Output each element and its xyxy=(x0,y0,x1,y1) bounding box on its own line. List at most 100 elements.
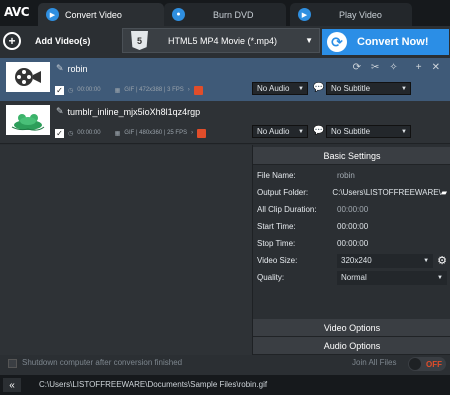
video-thumbnail xyxy=(6,62,50,92)
setting-file-name: File Name: robin xyxy=(257,167,447,184)
chevron-down-icon: ▼ xyxy=(401,85,407,92)
join-files-toggle[interactable]: OFF xyxy=(408,357,446,371)
setting-clip-duration: All Clip Duration: 00:00:00 xyxy=(257,201,447,218)
setting-label: Output Folder: xyxy=(257,188,309,197)
setting-value[interactable]: 00:00:00 xyxy=(337,239,447,248)
folder-icon[interactable]: ▰ xyxy=(441,188,447,197)
setting-value[interactable]: C:\Users\LISTOFFREEWARE\ xyxy=(332,188,440,197)
audio-value: No Audio xyxy=(257,84,290,93)
tab-label: Convert Video xyxy=(65,9,122,20)
add-icon: + xyxy=(3,32,21,50)
effects-icon[interactable]: ✧ xyxy=(389,62,397,73)
subtitle-select[interactable]: No Subtitle ▼ xyxy=(326,82,411,95)
setting-label: File Name: xyxy=(257,171,296,180)
setting-label: Video Size: xyxy=(257,256,298,265)
audio-select[interactable]: No Audio ▼ xyxy=(252,82,308,95)
settings-panel: Basic Settings File Name: robin Output F… xyxy=(252,145,450,355)
setting-stop-time: Stop Time: 00:00:00 xyxy=(257,235,447,252)
subtitle-select[interactable]: No Subtitle ▼ xyxy=(326,125,411,138)
setting-label: All Clip Duration: xyxy=(257,205,317,214)
duration: 00:00:00 xyxy=(77,87,101,93)
convert-now-button[interactable]: ⟳ Convert Now! xyxy=(322,29,449,55)
video-size-select[interactable]: 320x240 ▼ xyxy=(337,253,434,268)
setting-label: Quality: xyxy=(257,273,285,282)
add-videos-label: Add Video(s) xyxy=(35,36,91,46)
tab-label: Play Video xyxy=(339,9,382,20)
duration: 00:00:00 xyxy=(77,130,101,136)
setting-value: Normal xyxy=(341,273,367,282)
file-checkbox[interactable]: ✓ xyxy=(55,85,64,95)
file-name-label: tumblr_inline_mjx5ioXh8l1qz4rgp xyxy=(67,106,201,117)
chevron-right-icon: › xyxy=(187,87,190,93)
chevron-down-icon: ▼ xyxy=(305,36,313,45)
setting-value: 00:00:00 xyxy=(337,205,369,214)
film-icon: ▦ xyxy=(114,87,121,94)
html5-icon xyxy=(197,128,207,138)
edit-icon[interactable]: ✎ xyxy=(56,63,64,74)
shutdown-bar: Shutdown computer after conversion finis… xyxy=(0,355,450,373)
output-format-value: HTML5 MP4 Movie (*.mp4) xyxy=(168,35,278,46)
chevron-down-icon: ▼ xyxy=(298,128,304,135)
audio-value: No Audio xyxy=(257,127,290,136)
toggle-knob xyxy=(409,358,421,370)
audio-select[interactable]: No Audio ▼ xyxy=(252,125,308,138)
file-row-tumblr[interactable]: ✎ tumblr_inline_mjx5ioXh8l1qz4rgp ✓ ◷ 00… xyxy=(0,101,450,144)
file-name-label: robin xyxy=(67,63,88,74)
shutdown-checkbox[interactable] xyxy=(8,359,17,368)
setting-output-folder: Output Folder: C:\Users\LISTOFFREEWARE\ … xyxy=(257,184,447,201)
file-name: ✎ tumblr_inline_mjx5ioXh8l1qz4rgp xyxy=(56,106,200,117)
basic-settings-header[interactable]: Basic Settings xyxy=(253,147,450,165)
tab-convert-video[interactable]: ▶ Convert Video xyxy=(38,3,164,26)
setting-label: Stop Time: xyxy=(257,239,296,248)
setting-value[interactable]: robin xyxy=(337,171,447,180)
audio-options-header[interactable]: Audio Options xyxy=(253,337,450,355)
close-icon[interactable]: ✕ xyxy=(432,62,440,73)
refresh-icon[interactable]: ⟳ xyxy=(353,62,361,73)
tab-burn-dvd[interactable]: ● Burn DVD xyxy=(164,3,286,26)
file-name: ✎ robin xyxy=(56,63,88,74)
html5-icon: 5 xyxy=(131,31,148,50)
file-row-robin[interactable]: ✎ robin ⟳ ✂ ✧ + ✕ ✓ ◷ 00:00:00 ▦ GIF | 4… xyxy=(0,58,450,101)
video-options-header[interactable]: Video Options xyxy=(253,319,450,337)
setting-start-time: Start Time: 00:00:00 xyxy=(257,218,447,235)
setting-video-size: Video Size: 320x240 ▼ ⚙ xyxy=(257,252,447,269)
setting-value-wrap: C:\Users\LISTOFFREEWARE\ ▰ xyxy=(332,188,447,197)
output-format-select[interactable]: 5 HTML5 MP4 Movie (*.mp4) ▼ xyxy=(122,28,320,53)
tab-label: Burn DVD xyxy=(213,9,254,20)
setting-value[interactable]: 00:00:00 xyxy=(337,222,447,231)
collapse-icon[interactable]: « xyxy=(3,378,21,392)
video-thumbnail xyxy=(6,105,50,135)
html5-icon xyxy=(193,85,203,95)
tab-play-video[interactable]: ▶ Play Video xyxy=(290,3,412,26)
chevron-down-icon: ▼ xyxy=(437,274,443,281)
file-meta: ✓ ◷ 00:00:00 ▦ GIF | 472x388 | 3 FPS › xyxy=(55,84,203,96)
add-videos-button[interactable]: + Add Video(s) xyxy=(3,29,113,53)
row-actions: ⟳ ✂ ✧ + ✕ xyxy=(353,62,440,73)
chevron-right-icon: › xyxy=(191,130,194,136)
frog-image-icon xyxy=(11,114,45,131)
file-meta: ✓ ◷ 00:00:00 ▦ GIF | 480x360 | 25 FPS › xyxy=(55,127,207,139)
file-checkbox[interactable]: ✓ xyxy=(55,128,64,138)
subtitle-icon: 💬 xyxy=(313,125,325,135)
gear-icon[interactable]: ⚙ xyxy=(437,254,447,267)
shutdown-label: Shutdown computer after conversion finis… xyxy=(22,358,183,367)
toggle-label: OFF xyxy=(426,359,442,369)
file-list-empty-area xyxy=(0,145,252,355)
quality-select[interactable]: Normal ▼ xyxy=(337,270,447,285)
film-icon: ▶ xyxy=(46,8,59,21)
disc-icon: ● xyxy=(172,8,185,21)
cut-icon[interactable]: ✂ xyxy=(371,62,379,73)
film-reel-icon xyxy=(15,68,41,86)
status-bar: « C:\Users\LISTOFFREEWARE\Documents\Samp… xyxy=(0,375,450,395)
refresh-icon: ⟳ xyxy=(327,32,347,52)
play-icon: ▶ xyxy=(298,8,311,21)
tab-bar: AVC ▶ Convert Video ● Burn DVD ▶ Play Vi… xyxy=(0,0,450,26)
edit-icon[interactable]: ✎ xyxy=(56,106,64,117)
subtitle-value: No Subtitle xyxy=(331,84,371,93)
video-info: GIF | 480x360 | 25 FPS xyxy=(124,130,188,136)
add-icon[interactable]: + xyxy=(416,62,422,73)
film-icon: ▦ xyxy=(114,130,121,137)
subtitle-value: No Subtitle xyxy=(331,127,371,136)
output-path: C:\Users\LISTOFFREEWARE\Documents\Sample… xyxy=(39,380,268,389)
setting-value: 320x240 xyxy=(341,256,372,265)
